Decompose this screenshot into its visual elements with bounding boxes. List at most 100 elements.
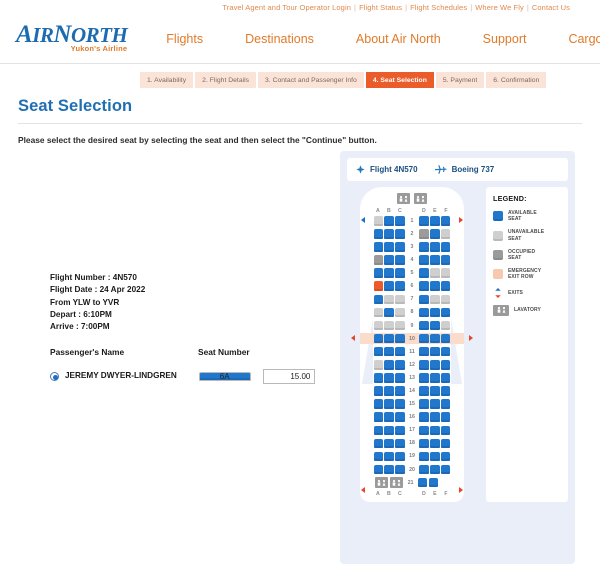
seat-4F[interactable] <box>440 255 451 265</box>
seat-18C[interactable] <box>395 438 405 449</box>
seat-16B[interactable] <box>384 412 394 422</box>
seat-3C[interactable] <box>395 242 405 252</box>
seat-18F[interactable] <box>440 438 451 449</box>
nav-item-cargo[interactable]: Cargo <box>547 32 600 46</box>
seat-11E[interactable] <box>430 346 440 357</box>
seat-17B[interactable] <box>384 425 394 435</box>
seat-3A[interactable] <box>373 242 384 252</box>
seat-12B[interactable] <box>384 360 394 370</box>
seat-1E[interactable] <box>430 216 440 226</box>
utility-link[interactable]: Flight Schedules <box>410 3 467 12</box>
seat-1F[interactable] <box>440 216 451 226</box>
seat-14C[interactable] <box>395 386 405 396</box>
seat-20B[interactable] <box>384 464 394 475</box>
seat-8E[interactable] <box>430 307 440 318</box>
seat-21E[interactable] <box>428 477 439 488</box>
seat-13A[interactable] <box>373 373 384 383</box>
seat-6B[interactable] <box>384 281 394 291</box>
seat-7D[interactable] <box>419 294 429 305</box>
seat-10E[interactable] <box>430 333 440 344</box>
seat-13D[interactable] <box>419 373 429 383</box>
seat-15C[interactable] <box>395 399 405 409</box>
seat-18A[interactable] <box>373 438 384 449</box>
seat-14A[interactable] <box>373 386 384 396</box>
step-3[interactable]: 3. Contact and Passenger Info <box>258 72 366 88</box>
seat-19F[interactable] <box>440 451 451 462</box>
seat-12E[interactable] <box>430 360 440 370</box>
seat-16C[interactable] <box>395 412 405 422</box>
seat-6A[interactable] <box>373 281 384 291</box>
seat-6D[interactable] <box>419 281 429 291</box>
seat-15A[interactable] <box>373 399 384 409</box>
seat-11D[interactable] <box>419 346 429 357</box>
seat-12D[interactable] <box>419 360 429 370</box>
step-2[interactable]: 2. Flight Details <box>195 72 259 88</box>
seat-18D[interactable] <box>419 438 429 449</box>
seat-16E[interactable] <box>430 412 440 422</box>
seat-5D[interactable] <box>419 268 429 278</box>
seat-9E[interactable] <box>430 320 440 331</box>
seat-1D[interactable] <box>419 216 429 226</box>
seat-6E[interactable] <box>430 281 440 291</box>
seat-16F[interactable] <box>440 412 451 422</box>
seat-12F[interactable] <box>440 360 451 370</box>
seat-13F[interactable] <box>440 373 451 383</box>
step-6[interactable]: 6. Confirmation <box>486 72 549 88</box>
seat-3E[interactable] <box>430 242 440 252</box>
step-5[interactable]: 5. Payment <box>435 72 487 88</box>
seat-18E[interactable] <box>430 438 440 449</box>
seat-19C[interactable] <box>395 451 405 462</box>
seat-8D[interactable] <box>419 307 429 318</box>
seat-5B[interactable] <box>384 268 394 278</box>
seat-8B[interactable] <box>384 307 394 318</box>
seat-9D[interactable] <box>419 320 429 331</box>
seat-20C[interactable] <box>395 464 405 475</box>
seat-8F[interactable] <box>440 307 451 318</box>
seat-13E[interactable] <box>430 373 440 383</box>
seat-12C[interactable] <box>395 360 405 370</box>
seat-1C[interactable] <box>395 216 405 226</box>
seat-19E[interactable] <box>430 451 440 462</box>
seat-17C[interactable] <box>395 425 405 435</box>
seat-price-input[interactable] <box>263 368 316 384</box>
nav-item-support[interactable]: Support <box>462 32 548 46</box>
seat-11B[interactable] <box>384 346 394 357</box>
seat-11C[interactable] <box>395 346 405 357</box>
seat-11F[interactable] <box>440 346 451 357</box>
seat-21D[interactable] <box>417 477 428 488</box>
nav-item-destinations[interactable]: Destinations <box>224 32 335 46</box>
seat-20E[interactable] <box>430 464 440 475</box>
utility-link[interactable]: Contact Us <box>532 3 570 12</box>
seat-5C[interactable] <box>395 268 405 278</box>
utility-link[interactable]: Where We Fly <box>475 3 524 12</box>
seat-13C[interactable] <box>395 373 405 383</box>
seat-17E[interactable] <box>430 425 440 435</box>
seat-10C[interactable] <box>395 333 405 344</box>
seat-18B[interactable] <box>384 438 394 449</box>
seat-6F[interactable] <box>440 281 451 291</box>
seat-14F[interactable] <box>440 386 451 396</box>
seat-3D[interactable] <box>419 242 429 252</box>
seat-14D[interactable] <box>419 386 429 396</box>
seat-16A[interactable] <box>373 412 384 422</box>
seat-2B[interactable] <box>384 229 394 239</box>
nav-item-about-air-north[interactable]: About Air North <box>335 32 462 46</box>
seat-10B[interactable] <box>384 333 394 344</box>
seat-14E[interactable] <box>430 386 440 396</box>
utility-link[interactable]: Travel Agent and Tour Operator Login <box>222 3 351 12</box>
logo[interactable]: AIRNORTH Yukon's Airline <box>16 22 128 53</box>
seat-4C[interactable] <box>395 255 405 265</box>
seat-2C[interactable] <box>395 229 405 239</box>
seat-14B[interactable] <box>384 386 394 396</box>
seat-10F[interactable] <box>440 333 451 344</box>
step-4[interactable]: 4. Seat Selection <box>365 72 436 88</box>
seat-number-input[interactable] <box>198 371 251 382</box>
step-1[interactable]: 1. Availability <box>140 72 196 88</box>
utility-link[interactable]: Flight Status <box>359 3 402 12</box>
seat-1B[interactable] <box>384 216 394 226</box>
seat-17D[interactable] <box>419 425 429 435</box>
nav-item-flights[interactable]: Flights <box>145 32 224 46</box>
seat-4D[interactable] <box>419 255 429 265</box>
seat-19B[interactable] <box>384 451 394 462</box>
seat-3B[interactable] <box>384 242 394 252</box>
